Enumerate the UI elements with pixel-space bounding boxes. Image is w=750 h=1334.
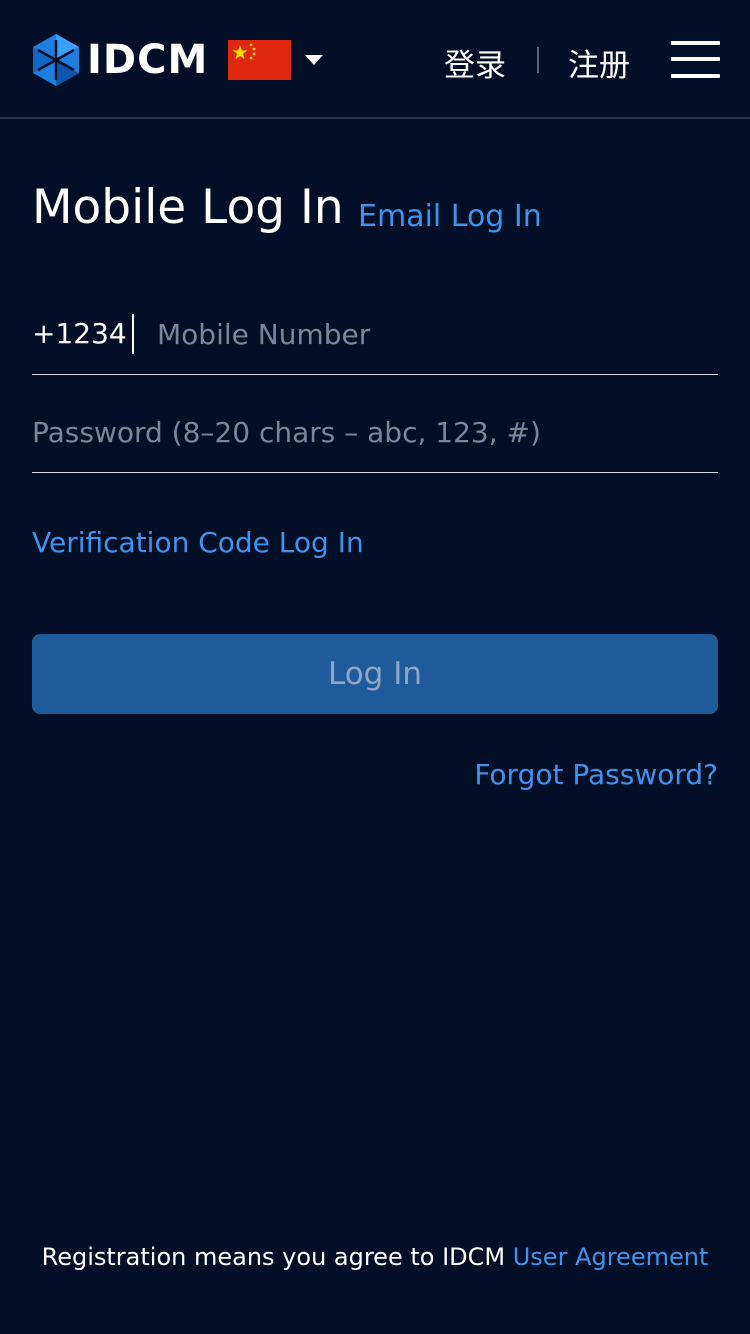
brand-name: IDCM: [87, 37, 209, 83]
top-header: IDCM 登录 注册: [0, 0, 750, 119]
login-button[interactable]: Log In: [32, 634, 718, 714]
phone-field: +1234: [32, 277, 718, 375]
password-input[interactable]: [32, 407, 718, 457]
chevron-down-icon[interactable]: [305, 55, 323, 65]
user-agreement-link[interactable]: User Agreement: [513, 1243, 709, 1271]
password-field: [32, 375, 718, 473]
forgot-password-link[interactable]: Forgot Password?: [474, 758, 718, 791]
brand-logo[interactable]: IDCM: [33, 34, 208, 86]
login-page: IDCM 登录 注册 Mobile Log In Email Log In +1…: [0, 0, 750, 1334]
mobile-number-input[interactable]: [157, 309, 717, 359]
hexagon-logo-icon: [33, 34, 79, 86]
nav-divider: [537, 47, 539, 73]
country-code-select[interactable]: +1234: [32, 317, 127, 350]
agreement-notice: Registration means you agree to IDCM Use…: [0, 1243, 750, 1271]
tab-email-login[interactable]: Email Log In: [358, 199, 542, 234]
hamburger-menu-icon[interactable]: [671, 41, 720, 79]
page-title: Mobile Log In: [32, 180, 344, 235]
agreement-text: Registration means you agree to IDCM: [41, 1243, 506, 1271]
china-flag-icon[interactable]: [228, 40, 291, 80]
verification-code-login-link[interactable]: Verification Code Log In: [32, 526, 364, 559]
header-register-link[interactable]: 注册: [568, 40, 630, 85]
country-code-divider: [132, 314, 134, 354]
header-login-link[interactable]: 登录: [444, 40, 506, 85]
